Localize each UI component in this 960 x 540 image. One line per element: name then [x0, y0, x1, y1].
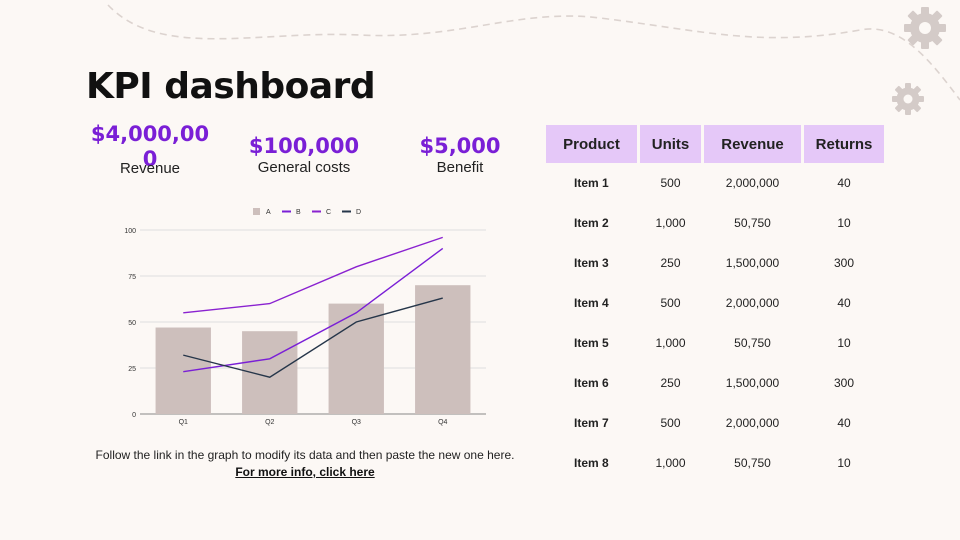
table-row: Item 5 1,000 50,750 10	[546, 323, 884, 363]
legend-label: D	[356, 209, 361, 216]
y-tick-label: 50	[128, 320, 136, 327]
table-cell: 2,000,000	[725, 416, 780, 430]
table-row: Item 3 250 1,500,000 300	[546, 243, 884, 283]
table-cell: 1,000	[655, 336, 686, 350]
table-cell: 1,500,000	[725, 376, 780, 390]
table-cell: 500	[660, 296, 681, 310]
table-cell: 500	[660, 416, 681, 430]
x-tick-label: Q2	[265, 419, 274, 426]
table-cell: Item 3	[574, 256, 609, 270]
table-body: Item 1 500 2,000,000 40 Item 2 1,000 50,750 10 I…	[546, 163, 884, 483]
table-cell: Item 4	[574, 296, 609, 310]
table-cell: 50,750	[734, 216, 771, 230]
kpi-value: $100,000	[248, 134, 360, 158]
table-cell: 500	[660, 176, 681, 190]
table-cell: 300	[833, 256, 855, 270]
table-cell: 10	[837, 456, 851, 470]
table-cell: 40	[837, 416, 851, 430]
table-cell: 10	[837, 216, 851, 230]
table-row: Item 8 1,000 50,750 10	[546, 443, 884, 483]
table-header-row: Product Units Revenue Returns	[546, 125, 884, 163]
kpi-general-costs: $100,000 General costs	[244, 134, 364, 177]
table-cell: Item 5	[574, 336, 609, 350]
table-cell: 50,750	[734, 456, 771, 470]
kpi-benefit: $5,000 Benefit	[410, 134, 510, 177]
table-cell: 40	[837, 176, 851, 190]
x-tick-label: Q1	[179, 419, 188, 426]
more-info-link[interactable]: For more info, click here	[235, 465, 374, 479]
legend-label: A	[266, 209, 271, 216]
table-cell: Item 2	[574, 216, 609, 230]
gear-icon	[892, 83, 924, 115]
y-tick-label: 75	[128, 274, 136, 281]
table-cell: Item 6	[574, 376, 609, 390]
y-tick-label: 100	[124, 228, 136, 235]
table-cell: 250	[660, 256, 681, 270]
column-header-revenue: Revenue	[704, 125, 801, 163]
table-cell: 10	[837, 336, 851, 350]
kpi-value: $5,000	[419, 134, 501, 158]
table-cell: Item 8	[574, 456, 609, 470]
kpi-label: Benefit	[436, 159, 484, 176]
bar-a-q4	[415, 285, 471, 414]
note-text: Follow the link in the graph to modify i…	[95, 448, 515, 462]
x-tick-label: Q4	[438, 419, 447, 426]
table-row: Item 2 1,000 50,750 10	[546, 203, 884, 243]
legend-swatch-a	[253, 208, 260, 215]
table-cell: 40	[837, 296, 851, 310]
table-cell: 300	[833, 376, 855, 390]
y-tick-label: 0	[132, 412, 136, 419]
table-cell: Item 1	[574, 176, 609, 190]
table-cell: 1,000	[655, 456, 686, 470]
table-row: Item 6 250 1,500,000 300	[546, 363, 884, 403]
column-header-product: Product	[546, 125, 637, 163]
bar-a-q3	[328, 303, 384, 414]
series-line-c	[183, 236, 443, 314]
page-title: KPI dashboard	[86, 66, 376, 107]
kpi-label: General costs	[257, 159, 351, 176]
table-cell: 50,750	[734, 336, 771, 350]
y-tick-label: 25	[128, 366, 136, 373]
kpi-label: Revenue	[119, 160, 181, 177]
table-cell: 1,000	[655, 216, 686, 230]
table-row: Item 7 500 2,000,000 40	[546, 403, 884, 443]
gear-icon	[904, 7, 946, 49]
table-cell: 250	[660, 376, 681, 390]
table-cell: 2,000,000	[725, 176, 780, 190]
x-tick-label: Q3	[352, 419, 361, 426]
table-cell: 1,500,000	[725, 256, 780, 270]
kpi-revenue: $4,000,000 Revenue	[88, 122, 212, 177]
series-line-b	[183, 247, 444, 373]
table-cell: 2,000,000	[725, 296, 780, 310]
legend-label: B	[296, 209, 301, 216]
series-line-d	[183, 297, 443, 378]
table-row: Item 4 500 2,000,000 40	[546, 283, 884, 323]
product-table: Product Units Revenue Returns Item 1 500 2…	[543, 125, 887, 483]
combo-chart[interactable]: 0 25 50 75 100 Q1 Q2 Q3 Q4 A B C D	[108, 200, 500, 432]
column-header-units: Units	[640, 125, 701, 163]
table-row: Item 1 500 2,000,000 40	[546, 163, 884, 203]
column-header-returns: Returns	[804, 125, 884, 163]
legend-label: C	[326, 209, 331, 216]
table-cell: Item 7	[574, 416, 609, 430]
instruction-note: Follow the link in the graph to modify i…	[86, 447, 524, 481]
bar-a-q1	[155, 327, 211, 414]
